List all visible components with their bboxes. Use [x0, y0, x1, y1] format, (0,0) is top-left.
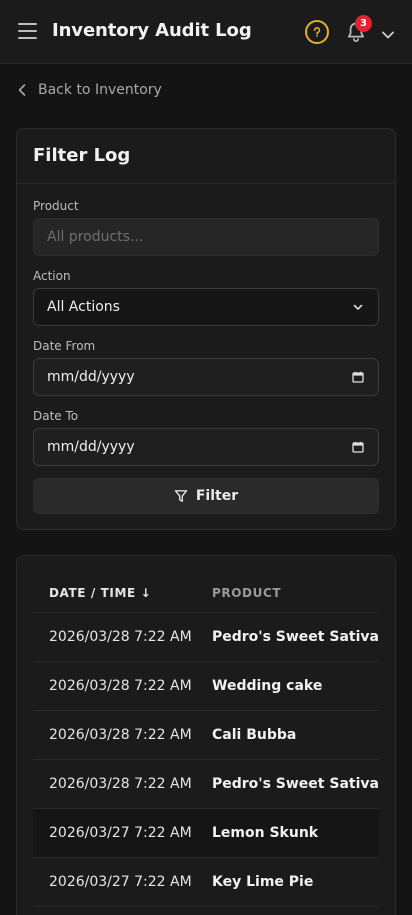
page-title: Inventory Audit Log [52, 20, 252, 41]
chevron-down-icon [353, 304, 363, 310]
cell-datetime: 2026/03/27 7:22 AM [49, 825, 192, 841]
chevron-left-icon [18, 84, 26, 96]
table-row[interactable]: 2026/03/28 7:22 AM Pedro's Sweet Sativa [33, 759, 379, 808]
calendar-icon[interactable] [352, 441, 364, 453]
funnel-icon [174, 490, 188, 502]
date-to-input[interactable]: mm/dd/yyyy [33, 428, 379, 466]
date-to-value: mm/dd/yyyy [47, 439, 135, 455]
product-label: Product [33, 199, 79, 213]
cell-product: Cali Bubba [212, 727, 297, 743]
back-to-inventory-link[interactable]: Back to Inventory [18, 80, 162, 100]
product-placeholder: All products... [47, 229, 144, 245]
cell-product: Lemon Skunk [212, 825, 319, 841]
column-header-product[interactable]: PRODUCT [212, 586, 281, 600]
action-select-value: All Actions [47, 299, 120, 315]
date-from-label: Date From [33, 339, 96, 353]
action-label: Action [33, 269, 71, 283]
filter-card: Filter Log Product All products... Actio… [16, 128, 396, 530]
date-to-label: Date To [33, 409, 79, 423]
table-row[interactable]: 2026/03/27 7:22 AM Key Lime Pie [33, 857, 379, 906]
action-select[interactable]: All Actions [33, 288, 379, 326]
filter-title: Filter Log [33, 145, 131, 166]
table-row-partial [33, 906, 379, 915]
filter-button[interactable]: Filter [33, 478, 379, 514]
product-input[interactable]: All products... [33, 218, 379, 256]
table-row[interactable]: 2026/03/28 7:22 AM Wedding cake [33, 661, 379, 710]
notification-badge: 3 [355, 15, 372, 32]
cell-datetime: 2026/03/28 7:22 AM [49, 678, 192, 694]
cell-product: Key Lime Pie [212, 874, 314, 890]
divider [17, 183, 395, 184]
date-from-input[interactable]: mm/dd/yyyy [33, 358, 379, 396]
table-row[interactable]: 2026/03/27 7:22 AM Lemon Skunk [33, 808, 379, 857]
chevron-down-icon[interactable] [381, 26, 395, 39]
cell-product: Pedro's Sweet Sativa [212, 776, 379, 792]
help-icon[interactable] [305, 20, 329, 44]
date-from-value: mm/dd/yyyy [47, 369, 135, 385]
table-row[interactable]: 2026/03/28 7:22 AM Cali Bubba [33, 710, 379, 759]
top-bar: Inventory Audit Log 3 [0, 0, 412, 64]
filter-button-label: Filter [195, 488, 239, 504]
menu-icon[interactable] [18, 23, 38, 41]
cell-product: Wedding cake [212, 678, 323, 694]
cell-datetime: 2026/03/28 7:22 AM [49, 629, 192, 645]
cell-product: Pedro's Sweet Sativa [212, 629, 379, 645]
audit-table: DATE / TIME ↓ PRODUCT 2026/03/28 7:22 AM… [16, 555, 396, 915]
column-header-date[interactable]: DATE / TIME ↓ [49, 586, 151, 600]
cell-datetime: 2026/03/28 7:22 AM [49, 727, 192, 743]
cell-datetime: 2026/03/27 7:22 AM [49, 874, 192, 890]
cell-datetime: 2026/03/28 7:22 AM [49, 776, 192, 792]
table-body: 2026/03/28 7:22 AM Pedro's Sweet Sativa … [33, 612, 379, 915]
table-row[interactable]: 2026/03/28 7:22 AM Pedro's Sweet Sativa [33, 612, 379, 661]
back-link-label: Back to Inventory [38, 82, 162, 98]
calendar-icon[interactable] [352, 371, 364, 383]
